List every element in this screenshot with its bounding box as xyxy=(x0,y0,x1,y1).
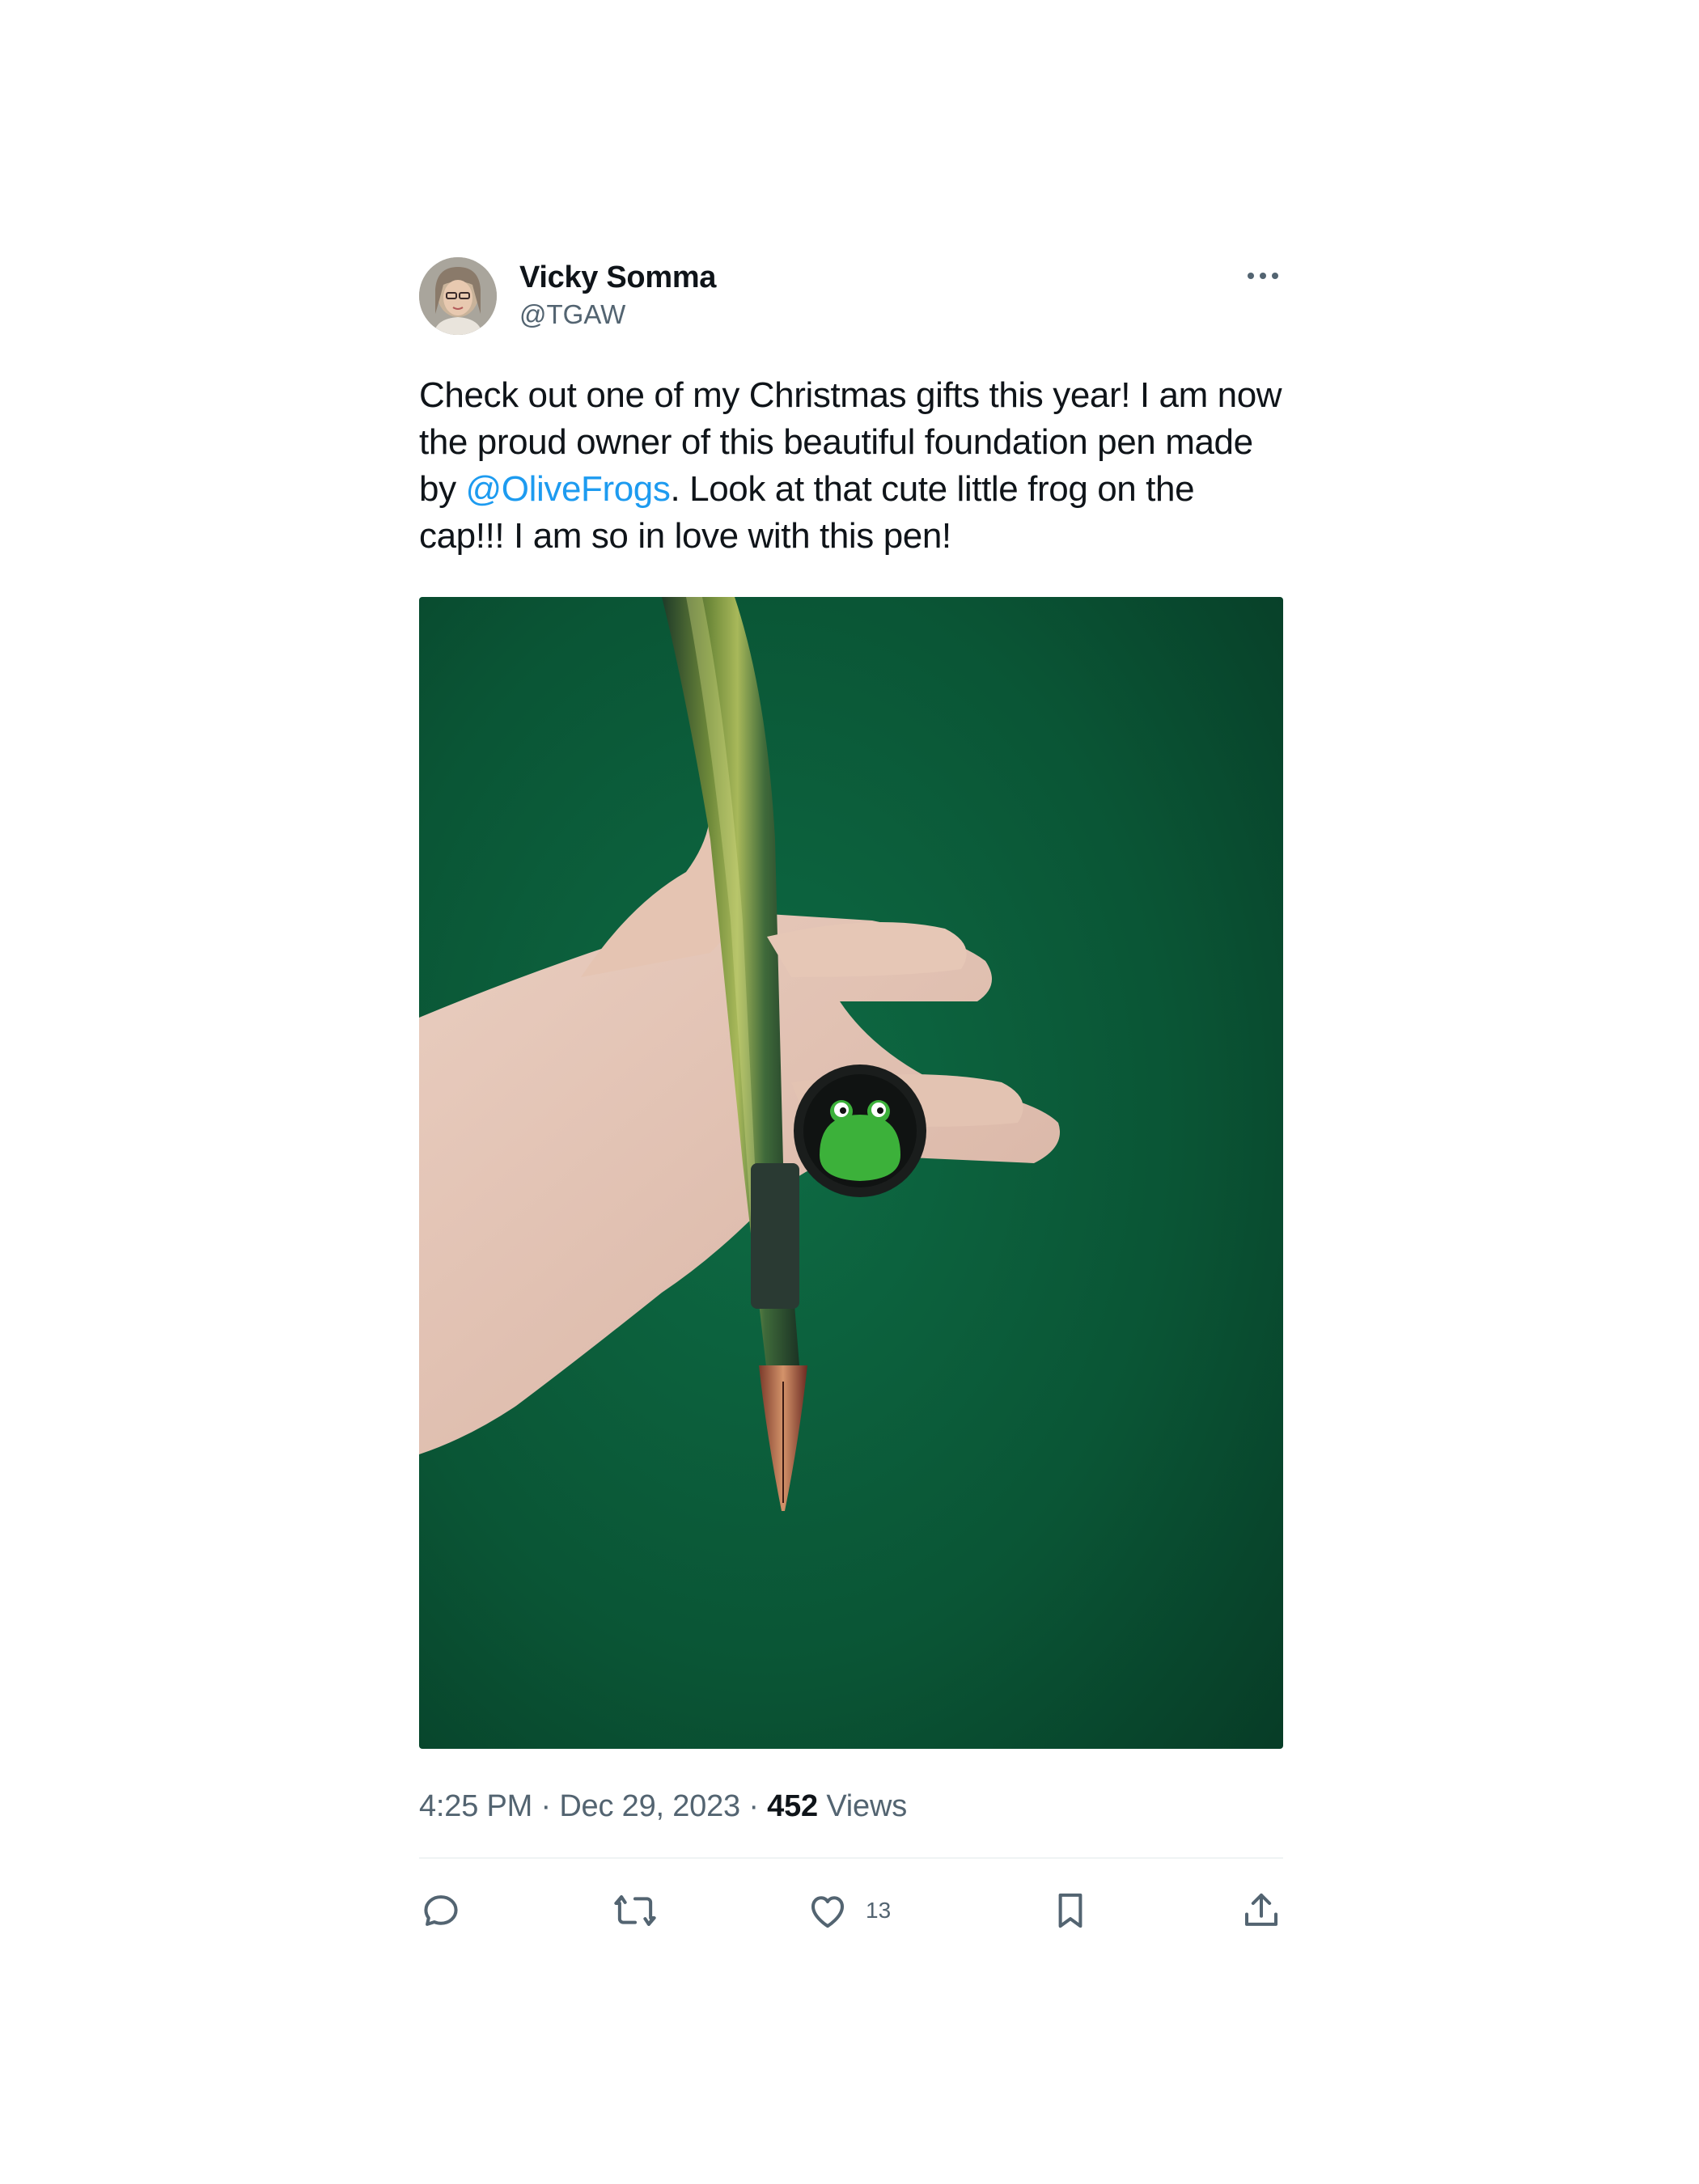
reply-button[interactable] xyxy=(419,1888,463,1933)
more-icon[interactable] xyxy=(1243,264,1283,288)
share-button[interactable] xyxy=(1239,1888,1283,1933)
mention-link[interactable]: @OliveFrogs xyxy=(466,469,671,509)
like-count: 13 xyxy=(866,1898,892,1923)
action-bar: 13 xyxy=(419,1859,1283,1964)
tweet-photo[interactable] xyxy=(419,597,1283,1749)
tweet-time[interactable]: 4:25 PM xyxy=(419,1789,532,1823)
heart-icon xyxy=(811,1896,845,1928)
avatar-image xyxy=(419,257,497,335)
tweet-date[interactable]: Dec 29, 2023 xyxy=(559,1789,740,1823)
tweet-meta: 4:25 PM · Dec 29, 2023 · 452 Views xyxy=(419,1789,1283,1831)
author-handle[interactable]: @TGAW xyxy=(519,299,625,330)
tweet-card: Vicky Somma @TGAW Check out one of my Ch… xyxy=(419,257,1283,1964)
bookmark-icon xyxy=(1058,1893,1083,1928)
tweet-text: Check out one of my Christmas gifts this… xyxy=(419,372,1283,560)
reply-icon xyxy=(424,1895,458,1926)
retweet-icon xyxy=(614,1895,656,1926)
retweet-button[interactable] xyxy=(612,1888,659,1933)
meta-separator-2: · xyxy=(748,1789,759,1823)
views-label: Views xyxy=(826,1789,908,1823)
bookmark-button[interactable] xyxy=(1049,1888,1092,1933)
like-button[interactable]: 13 xyxy=(806,1888,891,1933)
pen-photo-image xyxy=(419,597,1283,1749)
views-count[interactable]: 452 xyxy=(767,1789,818,1823)
tweet-header: Vicky Somma @TGAW xyxy=(419,257,1283,338)
avatar[interactable] xyxy=(419,257,497,335)
author-name[interactable]: Vicky Somma xyxy=(519,260,716,295)
share-icon xyxy=(1244,1893,1278,1926)
meta-separator: · xyxy=(540,1789,551,1823)
